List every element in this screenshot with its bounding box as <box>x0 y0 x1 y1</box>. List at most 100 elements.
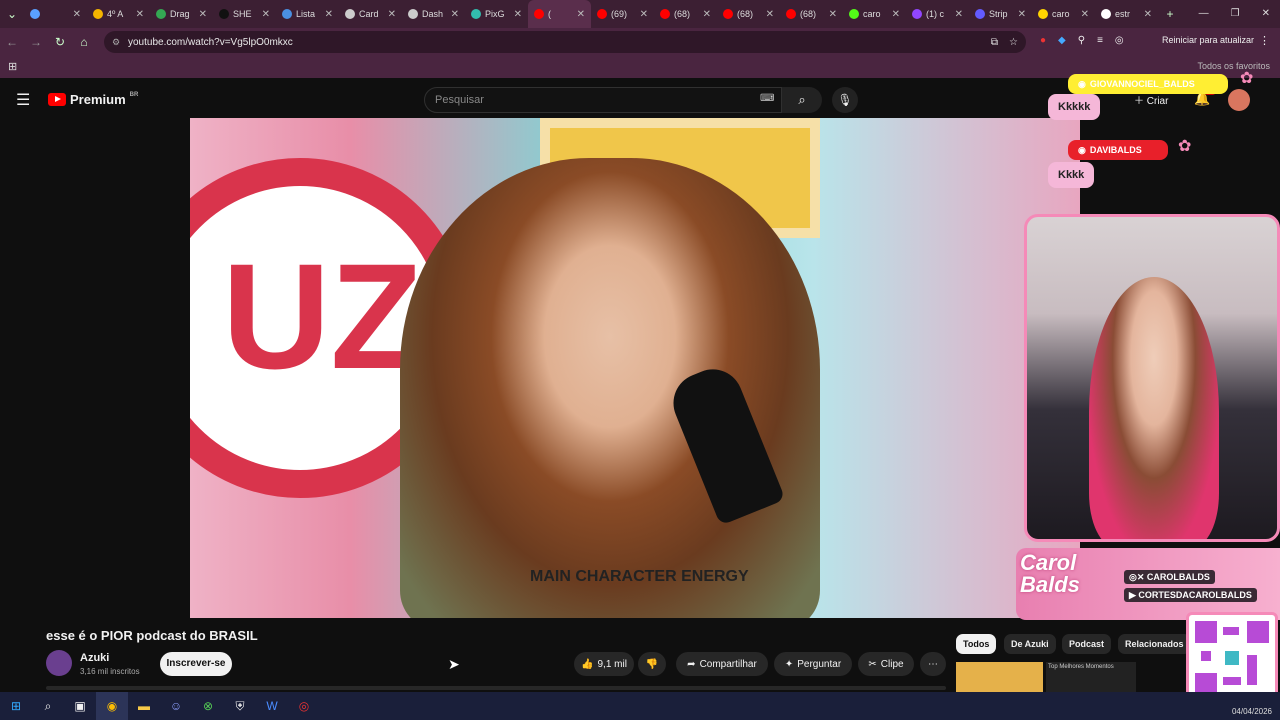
channel-name[interactable]: Azuki <box>80 652 109 664</box>
close-tab-icon[interactable]: ✕ <box>766 9 774 20</box>
browser-tab[interactable]: estr ✕ <box>1095 0 1158 28</box>
chat-username-2: ◉ DAVIBALDS <box>1068 140 1168 160</box>
new-tab-button[interactable]: + <box>1158 7 1182 21</box>
file-explorer-icon[interactable]: ▬ <box>128 692 160 720</box>
browser-tab[interactable]: (68) ✕ <box>780 0 843 28</box>
shield-icon[interactable]: ⛨ <box>224 692 256 720</box>
share-button[interactable]: ➦ Compartilhar <box>676 652 768 676</box>
recommended-thumbnail[interactable] <box>956 662 1043 692</box>
obs-icon[interactable]: ◎ <box>288 692 320 720</box>
filter-chip[interactable]: Todos <box>956 634 997 654</box>
browser-tab[interactable]: (✕ <box>528 0 591 28</box>
close-tab-icon[interactable]: ✕ <box>640 9 648 20</box>
close-window-icon[interactable]: ✕ <box>1262 8 1270 19</box>
extension-icon[interactable]: ● <box>1040 35 1046 46</box>
close-tab-icon[interactable]: ✕ <box>136 9 144 20</box>
hamburger-menu-icon[interactable]: ☰ <box>16 90 30 110</box>
media-icon[interactable]: ≡ <box>1097 35 1103 46</box>
back-icon[interactable]: ← <box>0 35 24 49</box>
filter-chip[interactable]: De Azuki <box>1004 634 1056 654</box>
filter-chip[interactable]: Podcast <box>1062 634 1112 654</box>
maximize-icon[interactable]: ❐ <box>1231 8 1240 19</box>
youtube-logo[interactable]: Premium BR <box>48 92 138 107</box>
extension-icon[interactable]: ◆ <box>1058 35 1066 46</box>
browser-tab[interactable]: Lista ✕ <box>276 0 339 28</box>
windows-start-icon[interactable]: ⊞ <box>0 692 32 720</box>
close-tab-icon[interactable]: ✕ <box>577 9 585 20</box>
all-bookmarks-link[interactable]: Todos os favoritos <box>1197 61 1270 71</box>
filter-chip[interactable]: Relacionados <box>1118 634 1191 654</box>
tab-search-icon[interactable]: ⌄ <box>0 7 24 21</box>
account-avatar[interactable] <box>1228 89 1250 111</box>
close-tab-icon[interactable]: ✕ <box>1018 9 1026 20</box>
profile-icon[interactable]: ◎ <box>1115 35 1124 46</box>
xbox-icon[interactable]: ⊗ <box>192 692 224 720</box>
dislike-button[interactable]: 👎 <box>638 652 666 676</box>
close-tab-icon[interactable]: ✕ <box>514 9 522 20</box>
url-field[interactable]: ⚙ youtube.com/watch?v=Vg5lpO0mkxc ⧉ ☆ <box>104 31 1026 53</box>
close-tab-icon[interactable]: ✕ <box>199 9 207 20</box>
voice-search-button[interactable]: 🎙 <box>832 87 858 113</box>
reload-icon[interactable]: ↻ <box>48 35 72 49</box>
search-button[interactable]: ⌕ <box>782 87 822 113</box>
browser-tab[interactable]: Card ✕ <box>339 0 402 28</box>
ask-button[interactable]: ✦ Perguntar <box>774 652 852 676</box>
browser-tab[interactable]: (69) ✕ <box>591 0 654 28</box>
clip-label: Clipe <box>880 658 904 670</box>
flower-icon: ✿ <box>1178 138 1192 155</box>
create-button[interactable]: ＋ Criar <box>1134 92 1168 107</box>
close-tab-icon[interactable]: ✕ <box>262 9 270 20</box>
browser-tab[interactable]: SHE ✕ <box>213 0 276 28</box>
menu-dots-icon[interactable]: ⋮ <box>1259 34 1270 47</box>
browser-tab[interactable]: Dash ✕ <box>402 0 465 28</box>
browser-tab[interactable]: (1) c ✕ <box>906 0 969 28</box>
browser-tab[interactable]: 4º A ✕ <box>87 0 150 28</box>
youtube-play-icon <box>48 93 66 106</box>
browser-tab[interactable]: caro ✕ <box>1032 0 1095 28</box>
video-player[interactable]: UZ MAIN CHARACTER ENERGY <box>190 118 1080 618</box>
close-tab-icon[interactable]: ✕ <box>73 9 81 20</box>
close-tab-icon[interactable]: ✕ <box>892 9 900 20</box>
home-icon[interactable]: ⌂ <box>72 35 96 49</box>
browser-tab[interactable]: Strip ✕ <box>969 0 1032 28</box>
install-icon[interactable]: ⧉ <box>991 37 998 48</box>
forward-icon[interactable]: → <box>24 35 48 49</box>
close-tab-icon[interactable]: ✕ <box>388 9 396 20</box>
close-tab-icon[interactable]: ✕ <box>955 9 963 20</box>
close-tab-icon[interactable]: ✕ <box>325 9 333 20</box>
bookmark-star-icon[interactable]: ☆ <box>1009 37 1018 48</box>
restart-button[interactable]: Reiniciar para atualizar <box>1162 35 1254 45</box>
plus-icon: ＋ <box>1134 96 1147 107</box>
browser-tab[interactable]: caro ✕ <box>843 0 906 28</box>
task-view-icon[interactable]: ▣ <box>64 692 96 720</box>
browser-tab[interactable]: (68) ✕ <box>654 0 717 28</box>
clip-button[interactable]: ✂ Clipe <box>858 652 914 676</box>
description-box[interactable] <box>46 686 946 690</box>
close-tab-icon[interactable]: ✕ <box>829 9 837 20</box>
channel-avatar[interactable] <box>46 650 72 676</box>
keyboard-icon[interactable]: ⌨ <box>760 93 774 104</box>
recommended-title[interactable]: Top Melhores Momentos <box>1046 662 1136 692</box>
word-icon[interactable]: W <box>256 692 288 720</box>
close-tab-icon[interactable]: ✕ <box>703 9 711 20</box>
extensions-puzzle-icon[interactable]: ⚲ <box>1078 35 1085 46</box>
apps-grid-icon[interactable]: ⊞ <box>8 60 17 73</box>
tab-title: (68) <box>800 9 817 19</box>
browser-tab[interactable]: Drag ✕ <box>150 0 213 28</box>
more-actions-button[interactable]: ⋯ <box>920 652 946 676</box>
discord-icon[interactable]: ☺ <box>160 692 192 720</box>
subscribe-button[interactable]: Inscrever-se <box>160 652 232 676</box>
browser-tab[interactable]: (68) ✕ <box>717 0 780 28</box>
search-icon[interactable]: ⌕ <box>32 692 64 720</box>
like-button[interactable]: 👍 9,1 mil <box>574 652 634 676</box>
search-input[interactable]: Pesquisar <box>424 87 782 113</box>
close-tab-icon[interactable]: ✕ <box>1144 9 1152 20</box>
site-info-icon[interactable]: ⚙ <box>112 37 120 48</box>
close-tab-icon[interactable]: ✕ <box>451 9 459 20</box>
minimize-icon[interactable]: — <box>1199 8 1209 19</box>
browser-tab[interactable]: PixG ✕ <box>465 0 528 28</box>
drive-icon <box>93 9 103 19</box>
chrome-icon[interactable]: ◉ <box>96 692 128 720</box>
close-tab-icon[interactable]: ✕ <box>1081 9 1089 20</box>
browser-tab[interactable]: ✕ <box>24 0 87 28</box>
